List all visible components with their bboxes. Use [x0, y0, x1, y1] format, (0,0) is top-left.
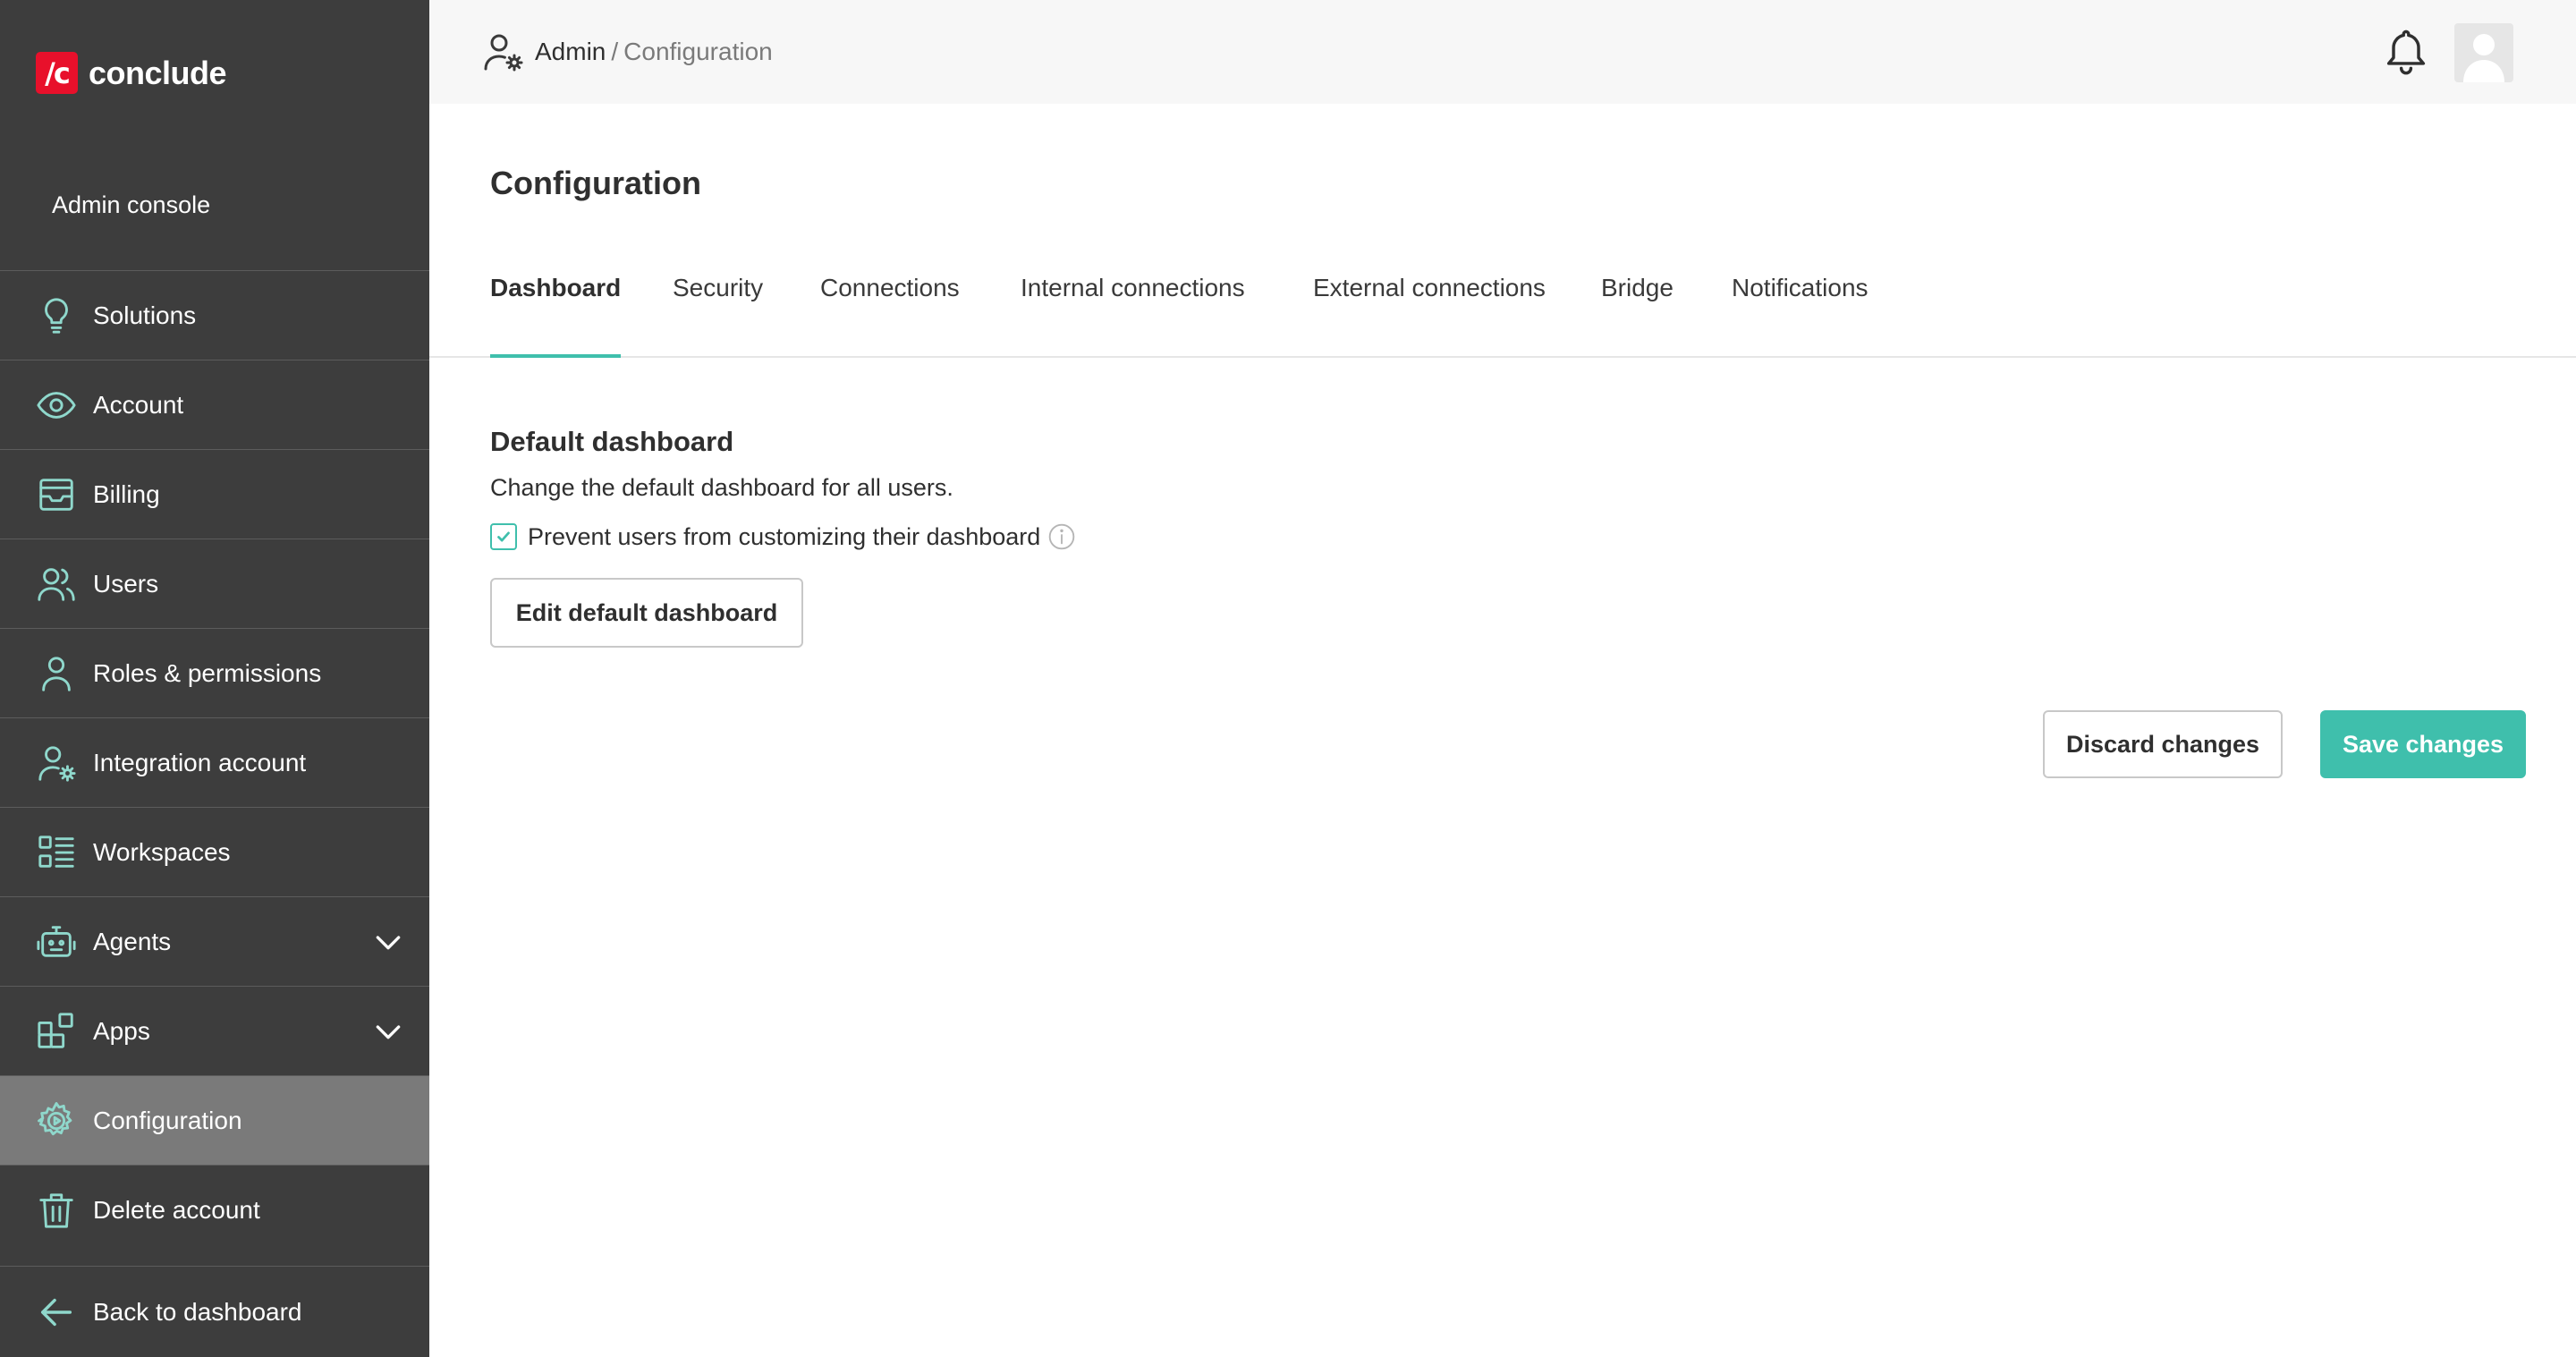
- prevent-customize-option: Prevent users from customizing their das…: [490, 522, 1076, 551]
- sidebar-item-configuration[interactable]: Configuration: [0, 1075, 429, 1165]
- sidebar-item-label: Billing: [93, 479, 160, 508]
- sidebar-item-label: Roles & permissions: [93, 658, 322, 687]
- back-to-dashboard-link[interactable]: Back to dashboard: [0, 1266, 429, 1357]
- top-header: Admin / Configuration: [429, 0, 2576, 104]
- sidebar-item-solutions[interactable]: Solutions: [0, 270, 429, 360]
- prevent-customize-label[interactable]: Prevent users from customizing their das…: [528, 523, 1040, 551]
- logo-text: conclude: [89, 54, 227, 91]
- section-description: Change the default dashboard for all use…: [490, 474, 953, 501]
- bell-icon[interactable]: [2383, 27, 2429, 77]
- sidebar-item-label: Agents: [93, 927, 172, 955]
- save-changes-button[interactable]: Save changes: [2320, 710, 2526, 778]
- sidebar-item-label: Account: [93, 390, 184, 419]
- breadcrumb: Admin / Configuration: [481, 30, 773, 73]
- users-icon: [36, 564, 77, 605]
- chevron-down-icon[interactable]: [370, 924, 406, 960]
- config-tabs: Dashboard Security Connections Internal …: [429, 261, 2576, 358]
- user-avatar-icon: [2463, 34, 2504, 82]
- inbox-icon: [36, 474, 77, 515]
- tab-security[interactable]: Security: [673, 274, 763, 356]
- sidebar-item-billing[interactable]: Billing: [0, 449, 429, 539]
- tab-internal-connections[interactable]: Internal connections: [1021, 274, 1245, 356]
- trash-icon: [36, 1190, 77, 1231]
- gear-icon: [36, 1100, 77, 1141]
- tab-dashboard[interactable]: Dashboard: [490, 274, 622, 358]
- sidebar-item-account[interactable]: Account: [0, 360, 429, 449]
- breadcrumb-separator: /: [611, 38, 619, 65]
- section-title: Default dashboard: [490, 426, 734, 457]
- eye-icon: [36, 385, 77, 426]
- user-icon: [36, 653, 77, 694]
- breadcrumb-current: Configuration: [623, 38, 773, 65]
- sidebar-item-label: Configuration: [93, 1106, 242, 1134]
- tab-connections[interactable]: Connections: [820, 274, 960, 356]
- sidebar-item-roles[interactable]: Roles & permissions: [0, 628, 429, 717]
- checkmark-icon: [497, 531, 510, 542]
- logo-mark: /c: [36, 52, 78, 94]
- sidebar-item-workspaces[interactable]: Workspaces: [0, 807, 429, 896]
- logo[interactable]: /c conclude: [36, 52, 227, 94]
- page-title: Configuration: [490, 165, 701, 201]
- avatar[interactable]: [2454, 23, 2513, 82]
- prevent-customize-checkbox[interactable]: [490, 523, 517, 550]
- sidebar: /c conclude Admin console Solutions Acco…: [0, 0, 429, 1357]
- sidebar-item-label: Workspaces: [93, 837, 231, 866]
- edit-default-dashboard-button[interactable]: Edit default dashboard: [490, 578, 803, 648]
- info-icon[interactable]: [1047, 522, 1076, 551]
- tab-notifications[interactable]: Notifications: [1732, 274, 1868, 356]
- lightbulb-icon: [36, 295, 77, 336]
- sidebar-item-label: Delete account: [93, 1195, 260, 1224]
- sidebar-item-label: Integration account: [93, 748, 307, 776]
- tab-external-connections[interactable]: External connections: [1313, 274, 1546, 356]
- console-label: Admin console: [52, 191, 211, 218]
- sidebar-item-label: Apps: [93, 1016, 150, 1045]
- list-icon: [36, 832, 77, 873]
- sidebar-item-apps[interactable]: Apps: [0, 986, 429, 1075]
- tab-bridge[interactable]: Bridge: [1601, 274, 1674, 356]
- chevron-down-icon[interactable]: [370, 1014, 406, 1049]
- sidebar-item-label: Users: [93, 569, 159, 598]
- sidebar-nav: Solutions Account Billing Users Roles & …: [0, 270, 429, 1254]
- sidebar-item-agents[interactable]: Agents: [0, 896, 429, 986]
- sidebar-item-users[interactable]: Users: [0, 539, 429, 628]
- back-to-dashboard-label: Back to dashboard: [93, 1297, 302, 1326]
- arrow-left-icon: [40, 1298, 72, 1326]
- sidebar-item-integration-account[interactable]: Integration account: [0, 717, 429, 807]
- sidebar-item-label: Solutions: [93, 301, 197, 329]
- sidebar-item-delete-account[interactable]: Delete account: [0, 1165, 429, 1254]
- admin-user-gear-icon: [484, 34, 523, 72]
- breadcrumb-admin-link[interactable]: Admin: [535, 38, 606, 66]
- discard-changes-button[interactable]: Discard changes: [2043, 710, 2283, 778]
- apps-icon: [36, 1011, 77, 1052]
- robot-icon: [36, 921, 77, 963]
- user-gear-icon: [36, 742, 77, 784]
